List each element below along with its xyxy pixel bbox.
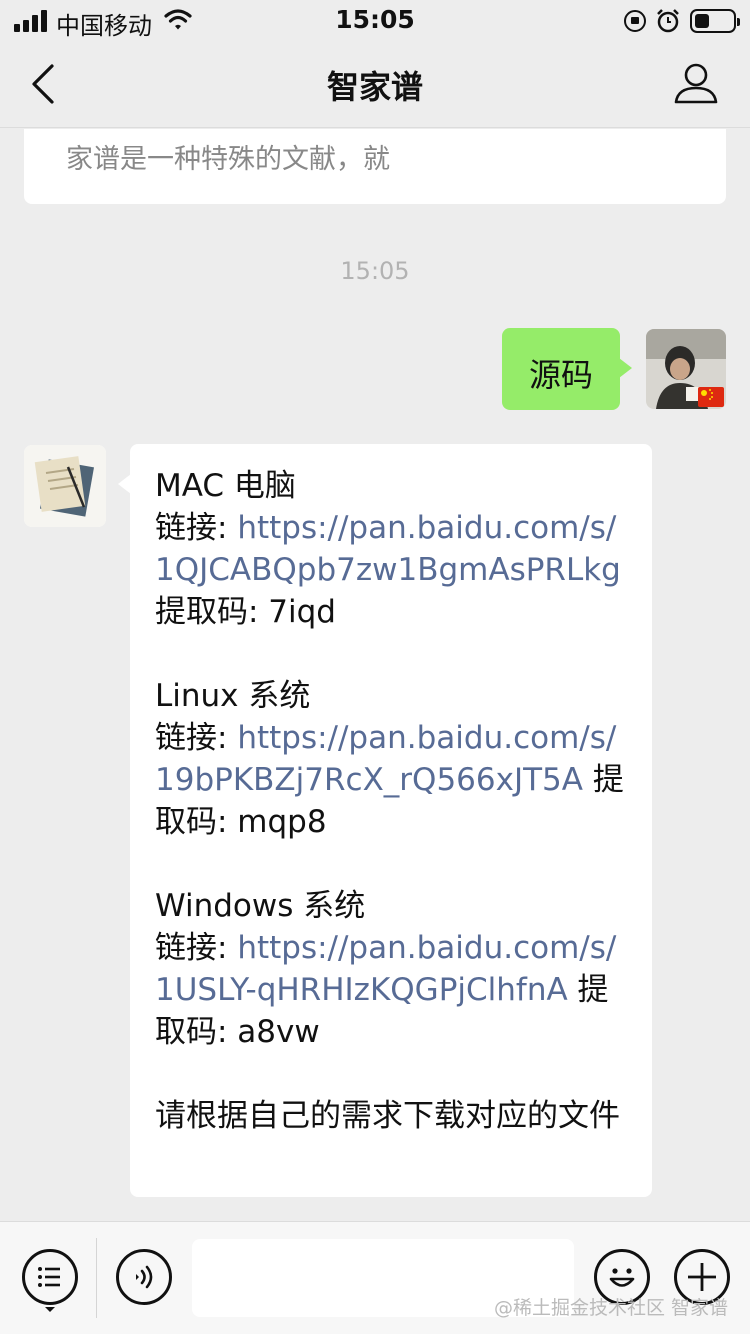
mac-extract-code: 提取码: 7iqd [155,594,336,630]
page-title: 智家谱 [326,68,423,106]
windows-link-label: 链接: [155,930,238,966]
article-card[interactable]: 家谱是一种特殊的文献，就 [24,129,726,204]
input-bar: @稀土掘金技术社区 智家谱 [0,1221,750,1334]
chat-area[interactable]: 家谱是一种特殊的文献，就 15:05 源码 MAC 电脑 链接: https:/… [0,129,750,1221]
menu-button[interactable] [22,1249,78,1312]
download-note: 请根据自己的需求下载对应的文件 [155,1098,620,1134]
windows-title: Windows 系统 [155,888,366,924]
nav-bar: 智家谱 [0,40,750,128]
voice-button[interactable] [116,1249,172,1305]
my-message-text: 源码 [528,356,593,394]
lock-rotation-icon [624,10,646,32]
watermark: @稀土掘金技术社区 智家谱 [493,1297,728,1319]
flag-icon [698,387,724,407]
menu-icon [38,1267,60,1287]
bot-avatar[interactable] [24,445,106,527]
linux-title: Linux 系统 [155,678,311,714]
mac-title: MAC 电脑 [155,468,296,504]
divider [96,1238,97,1318]
profile-icon[interactable] [672,60,720,108]
voice-icon [136,1265,153,1289]
my-message-bubble[interactable]: 源码 [502,328,632,410]
mac-link-label: 链接: [155,510,238,546]
status-bar: 中国移动 15:05 [0,0,750,40]
alarm-icon [657,9,679,33]
card-text: 家谱是一种特殊的文献，就 [66,144,390,175]
my-avatar[interactable] [646,329,726,409]
linux-link-label: 链接: [155,720,238,756]
message-timestamp: 15:05 [340,257,410,285]
bot-message-bubble[interactable]: MAC 电脑 链接: https://pan.baidu.com/s/1QJCA… [118,444,652,1197]
bot-message-text: MAC 电脑 链接: https://pan.baidu.com/s/1QJCA… [155,465,636,1137]
battery-icon [690,9,740,33]
